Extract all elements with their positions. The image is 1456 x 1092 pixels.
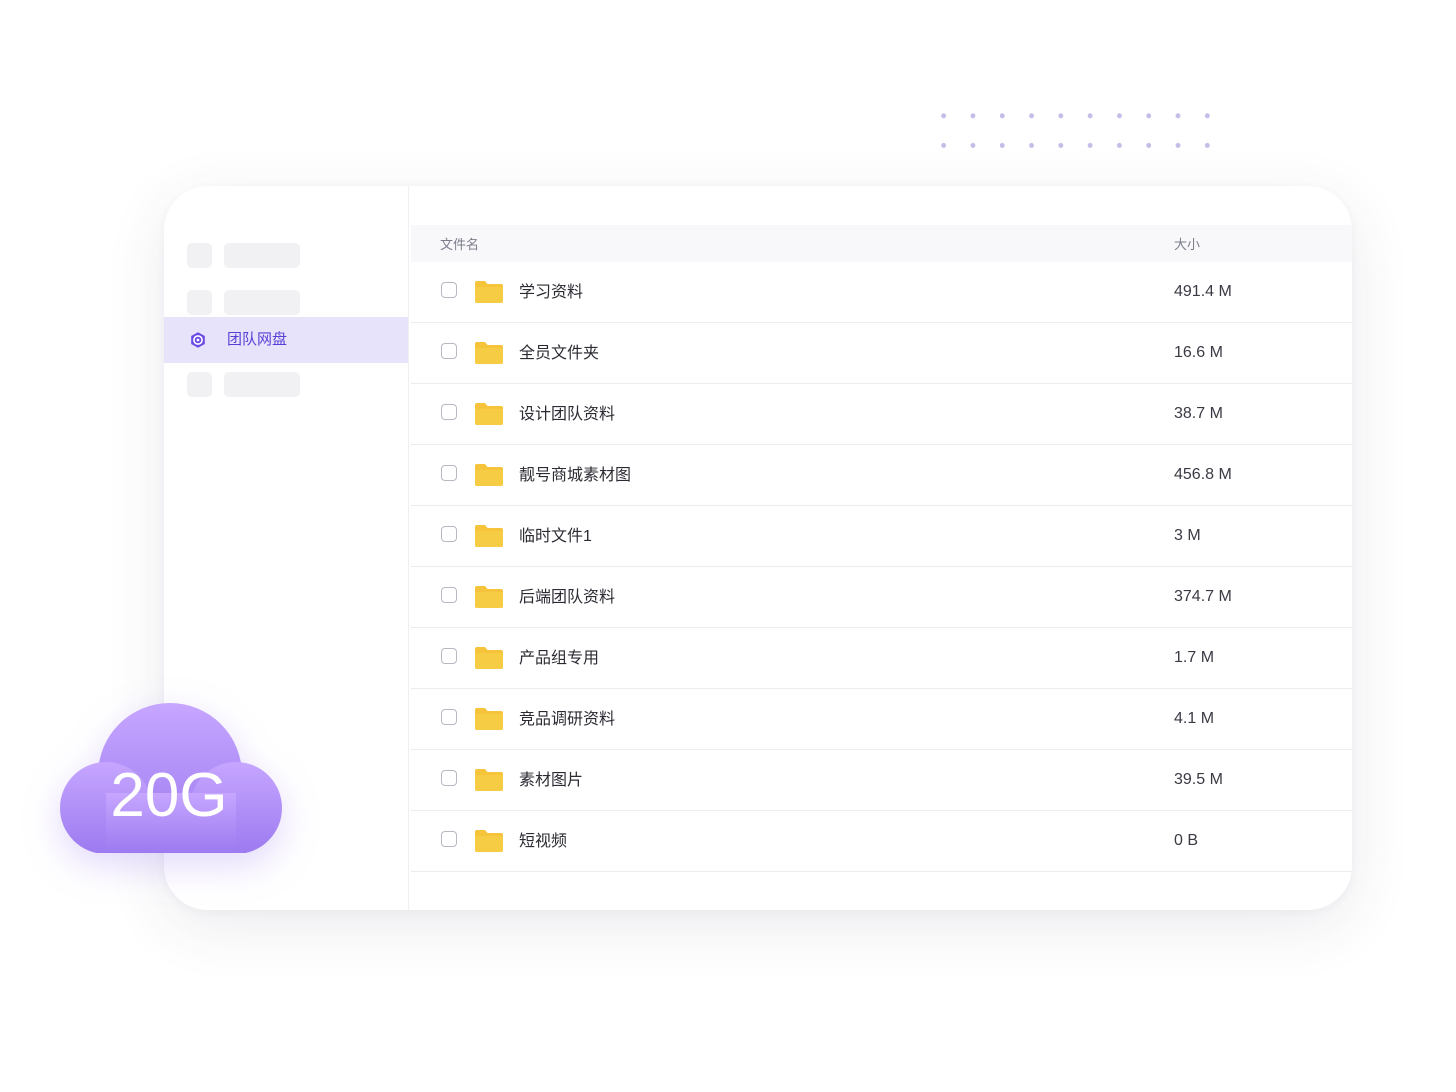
file-size: 491.4 M xyxy=(1174,283,1232,300)
sidebar-item-placeholder[interactable] xyxy=(164,232,408,278)
file-name[interactable]: 学习资料 xyxy=(519,282,583,304)
folder-icon xyxy=(475,769,503,791)
folder-icon xyxy=(475,403,503,425)
file-size: 374.7 M xyxy=(1174,588,1232,605)
row-checkbox[interactable] xyxy=(441,587,457,603)
decorative-dot-grid xyxy=(929,101,1231,167)
file-name[interactable]: 全员文件夹 xyxy=(519,343,599,365)
table-row[interactable]: 后端团队资料 374.7 M xyxy=(411,567,1352,628)
file-table: 文件名 大小 学习资料 491.4 M 全员文件夹 16.6 M 设计团队资料 38.7 … xyxy=(411,225,1352,872)
table-row[interactable]: 产品组专用 1.7 M xyxy=(411,628,1352,689)
file-name[interactable]: 靓号商城素材图 xyxy=(519,465,631,487)
placeholder-icon xyxy=(187,290,212,315)
file-name[interactable]: 后端团队资料 xyxy=(519,587,615,609)
placeholder-label xyxy=(224,243,300,268)
column-header-name[interactable]: 文件名 xyxy=(440,234,479,253)
table-row[interactable]: 设计团队资料 38.7 M xyxy=(411,384,1352,445)
row-checkbox[interactable] xyxy=(441,648,457,664)
folder-icon xyxy=(475,708,503,730)
file-size: 4.1 M xyxy=(1174,710,1215,727)
app-canvas: 团队网盘 文件名 大小 学习资料 491.4 M 全员文件夹 16.6 M 设计团队资料… xyxy=(0,0,1456,1092)
row-checkbox[interactable] xyxy=(441,709,457,725)
file-name[interactable]: 竞品调研资料 xyxy=(519,709,615,731)
table-row[interactable]: 竞品调研资料 4.1 M xyxy=(411,689,1352,750)
sidebar-item-team-drive[interactable]: 团队网盘 xyxy=(164,317,408,363)
file-manager-window: 团队网盘 文件名 大小 学习资料 491.4 M 全员文件夹 16.6 M 设计团队资料… xyxy=(164,186,1352,910)
table-row[interactable]: 学习资料 491.4 M xyxy=(411,262,1352,323)
placeholder-icon xyxy=(187,372,212,397)
file-size: 1.7 M xyxy=(1174,649,1215,666)
file-size: 38.7 M xyxy=(1174,405,1223,422)
placeholder-label xyxy=(224,372,300,397)
file-size: 3 M xyxy=(1174,527,1201,544)
file-size: 16.6 M xyxy=(1174,344,1223,361)
team-drive-icon xyxy=(191,332,205,348)
folder-icon xyxy=(475,647,503,669)
file-size: 39.5 M xyxy=(1174,771,1223,788)
file-name[interactable]: 素材图片 xyxy=(519,770,583,792)
table-header: 文件名 大小 xyxy=(411,225,1352,262)
file-size: 456.8 M xyxy=(1174,466,1232,483)
row-checkbox[interactable] xyxy=(441,465,457,481)
row-checkbox[interactable] xyxy=(441,831,457,847)
table-row[interactable]: 素材图片 39.5 M xyxy=(411,750,1352,811)
folder-icon xyxy=(475,281,503,303)
row-checkbox[interactable] xyxy=(441,404,457,420)
file-name[interactable]: 短视频 xyxy=(519,831,567,853)
sidebar-item-label: 团队网盘 xyxy=(227,331,288,348)
file-name[interactable]: 产品组专用 xyxy=(519,648,599,670)
storage-capacity-label: 20G xyxy=(110,761,228,830)
placeholder-label xyxy=(224,290,300,315)
table-row[interactable]: 全员文件夹 16.6 M xyxy=(411,323,1352,384)
row-checkbox[interactable] xyxy=(441,282,457,298)
column-header-size[interactable]: 大小 xyxy=(1174,234,1200,253)
row-checkbox[interactable] xyxy=(441,343,457,359)
table-row[interactable]: 临时文件1 3 M xyxy=(411,506,1352,567)
table-row[interactable]: 短视频 0 B xyxy=(411,811,1352,872)
file-name[interactable]: 设计团队资料 xyxy=(519,404,615,426)
folder-icon xyxy=(475,464,503,486)
table-row[interactable]: 靓号商城素材图 456.8 M xyxy=(411,445,1352,506)
folder-icon xyxy=(475,525,503,547)
folder-icon xyxy=(475,586,503,608)
file-size: 0 B xyxy=(1174,832,1199,849)
file-name[interactable]: 临时文件1 xyxy=(519,526,592,548)
row-checkbox[interactable] xyxy=(441,770,457,786)
sidebar-item-placeholder[interactable] xyxy=(164,361,408,407)
row-checkbox[interactable] xyxy=(441,526,457,542)
placeholder-icon xyxy=(187,243,212,268)
folder-icon xyxy=(475,830,503,852)
folder-icon xyxy=(475,342,503,364)
table-body: 学习资料 491.4 M 全员文件夹 16.6 M 设计团队资料 38.7 M 靓号商城素材… xyxy=(411,262,1352,872)
